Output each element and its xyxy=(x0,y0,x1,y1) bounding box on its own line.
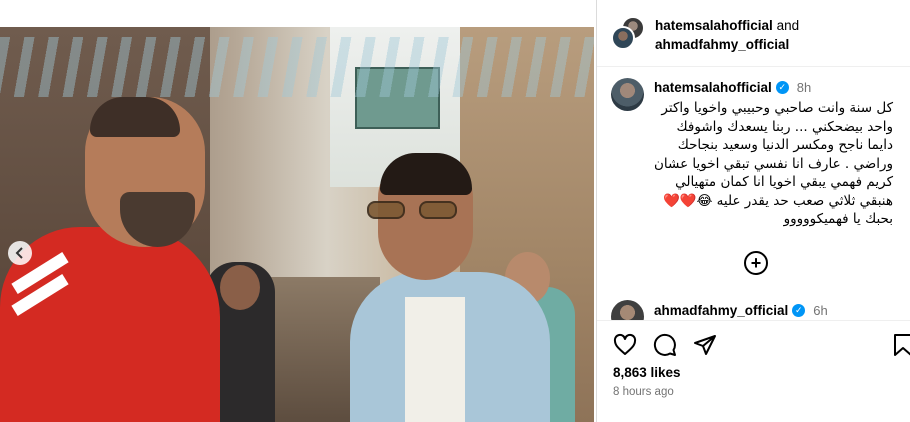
photo-background-person-head xyxy=(220,265,260,310)
caption-line: بحبك يا فهميكووووو xyxy=(783,211,893,227)
caption-username-link[interactable]: hatemsalahofficial xyxy=(654,80,772,95)
post-sidebar: hatemsalahofficial and ahmadfahmy_offici… xyxy=(596,0,910,422)
photo-person-hair xyxy=(90,97,180,137)
caption-line: دايما ناجح ومكسر الدنيا وسعيد بنجاحك xyxy=(677,137,893,153)
avatar[interactable] xyxy=(611,300,644,320)
carousel-prev-button[interactable] xyxy=(8,241,32,265)
photo-person-tshirt xyxy=(405,297,465,422)
comment-header: ahmadfahmy_official ✓ 6h xyxy=(654,303,828,318)
photo-sunglasses xyxy=(367,201,463,221)
comment-item: ahmadfahmy_official ✓ 6h xyxy=(611,300,828,320)
comment-icon[interactable] xyxy=(653,333,677,357)
caption-header: hatemsalahofficial ✓ 8h xyxy=(654,80,811,95)
header-joiner: and xyxy=(776,18,800,33)
verified-badge-icon: ✓ xyxy=(775,81,789,94)
caption-line: كل سنة وانت صاحبي وحبيبي واخويا واكتر xyxy=(661,100,893,116)
caption-line: وراضي . عارف انا نفسي تبقي اخويا عشان xyxy=(654,155,893,172)
comment-username-link[interactable]: ahmadfahmy_official xyxy=(654,303,788,318)
collab-avatars[interactable] xyxy=(611,16,645,52)
load-more-comments-button[interactable]: + xyxy=(744,251,768,275)
caption-text: كل سنة وانت صاحبي وحبيبي واخويا واكتر وا… xyxy=(651,99,893,229)
post-actions: 8,863 likes 8 hours ago xyxy=(597,320,910,422)
heart-icon[interactable] xyxy=(613,333,637,357)
avatar[interactable] xyxy=(611,78,644,111)
comment-time[interactable]: 6h xyxy=(813,303,827,318)
header-username-link[interactable]: hatemsalahofficial xyxy=(655,18,773,33)
caption-line: كريم فهمي يبقي اخويا انا كمان متهيالي xyxy=(675,174,893,190)
collab-usernames: hatemsalahofficial and ahmadfahmy_offici… xyxy=(655,16,799,54)
post-timestamp[interactable]: 8 hours ago xyxy=(613,386,674,398)
caption-line: هنبقي ثلاثي صعب حد يقدر عليه 😂❤️❤️ xyxy=(662,192,893,209)
plus-circle-icon: + xyxy=(750,253,762,273)
post-photo xyxy=(0,27,594,422)
bookmark-icon[interactable] xyxy=(891,333,910,357)
avatar[interactable] xyxy=(611,26,635,50)
likes-count[interactable]: 8,863 likes xyxy=(613,365,681,380)
verified-badge-icon: ✓ xyxy=(792,304,806,317)
chevron-left-icon xyxy=(15,247,23,259)
share-icon[interactable] xyxy=(693,333,717,357)
photo-person-red-jacket xyxy=(0,227,220,422)
caption-time[interactable]: 8h xyxy=(797,80,811,95)
post-header: hatemsalahofficial and ahmadfahmy_offici… xyxy=(597,0,910,67)
comments-scroll-area[interactable]: hatemsalahofficial ✓ 8h كل سنة وانت صاحب… xyxy=(597,68,910,320)
photo-bunting xyxy=(0,37,594,97)
header-username-link[interactable]: ahmadfahmy_official xyxy=(655,37,789,52)
caption-line: واحد بيضحكني ... ربنا يسعدك واشوفك xyxy=(676,118,893,135)
